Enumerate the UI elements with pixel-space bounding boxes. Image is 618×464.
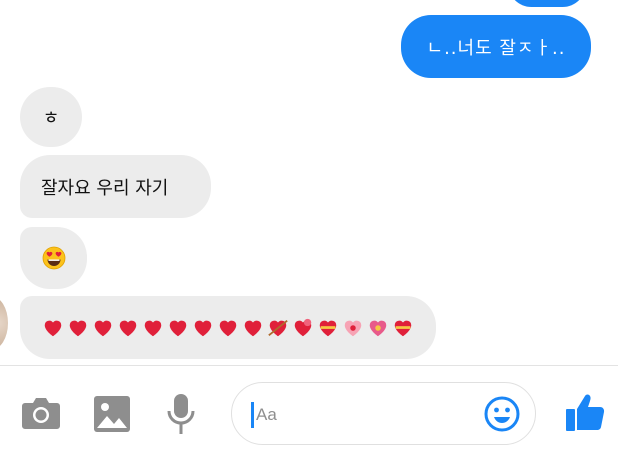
outgoing-message-bubble[interactable]: ㄴ..너도 잘ㅈㅏ.. xyxy=(401,15,591,78)
incoming-emoji-bubble[interactable] xyxy=(20,296,436,359)
sender-avatar[interactable] xyxy=(0,296,8,350)
previous-outgoing-bubble[interactable] xyxy=(508,0,586,7)
incoming-message-bubble[interactable]: 잘자요 우리 자기 xyxy=(20,155,211,218)
heart-with-ribbon-emoji-icon xyxy=(319,320,337,336)
heart-eyes-emoji-icon xyxy=(42,246,65,270)
growing-heart-emoji-icon xyxy=(344,320,362,336)
message-text: ㄴ..너도 잘ㅈㅏ.. xyxy=(426,37,566,59)
red-heart-emoji-icon xyxy=(69,320,87,336)
heart-with-arrow-emoji-icon xyxy=(268,319,288,336)
heart-emoji-row xyxy=(41,317,415,339)
message-text: ㅎ xyxy=(42,108,60,129)
emoji-smiley-icon[interactable] xyxy=(484,396,520,432)
image-icon[interactable] xyxy=(94,396,130,432)
revolving-hearts-emoji-icon xyxy=(294,318,312,336)
red-heart-emoji-icon xyxy=(119,320,137,336)
red-heart-emoji-icon xyxy=(94,320,112,336)
red-heart-emoji-icon xyxy=(169,320,187,336)
message-input[interactable]: Aa xyxy=(231,382,536,445)
red-heart-emoji-icon xyxy=(194,320,212,336)
incoming-emoji-bubble[interactable] xyxy=(20,227,87,289)
text-caret xyxy=(251,402,254,428)
thumbs-up-icon[interactable] xyxy=(566,392,606,432)
message-text: 잘자요 우리 자기 xyxy=(41,177,169,199)
red-heart-emoji-icon xyxy=(219,320,237,336)
red-heart-emoji-icon xyxy=(44,320,62,336)
camera-icon[interactable] xyxy=(21,395,61,431)
incoming-message-bubble[interactable]: ㅎ xyxy=(20,87,82,147)
input-placeholder: Aa xyxy=(256,405,277,424)
microphone-icon[interactable] xyxy=(166,393,196,435)
heart-with-ribbon-emoji-icon xyxy=(394,320,412,336)
sparkling-heart-emoji-icon xyxy=(369,320,387,336)
red-heart-emoji-icon xyxy=(144,320,162,336)
red-heart-emoji-icon xyxy=(244,320,262,336)
